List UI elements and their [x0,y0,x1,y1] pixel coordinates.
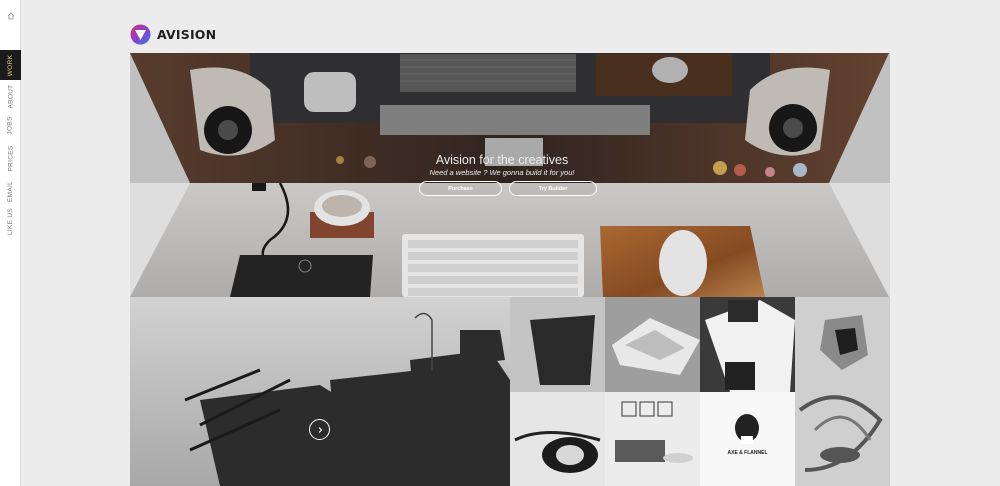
hero-subtitle: Need a website ? We gonna build it for y… [429,168,575,177]
try-builder-button[interactable]: Try Builder [509,181,597,196]
hero-title: Avision for the creatives [435,153,569,167]
axe-flannel-logo-text: AXE & FLANNEL [727,450,768,456]
hero-scene [130,53,890,486]
gallery-next-button[interactable] [309,419,330,440]
purchase-button[interactable]: Purchase [419,181,502,196]
chevron-right-icon [318,426,322,433]
